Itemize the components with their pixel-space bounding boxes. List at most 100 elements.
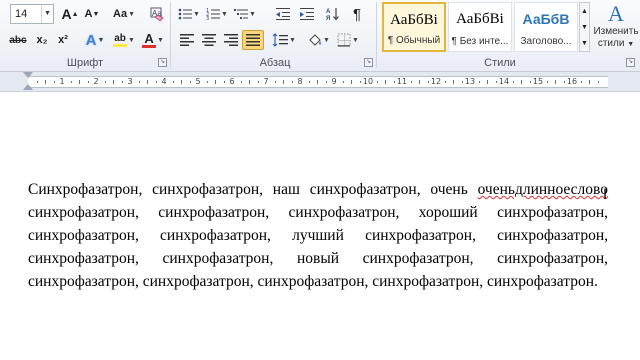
- style-tile-heading[interactable]: АаБбВ Заголово...: [514, 2, 578, 52]
- change-styles-button[interactable]: A Изменить стили ▼: [592, 2, 640, 56]
- sort-icon: A Я: [326, 8, 339, 21]
- hanging-indent-marker[interactable]: [23, 84, 33, 90]
- show-marks-button[interactable]: ¶: [346, 4, 368, 24]
- font-color-button[interactable]: A ▼: [140, 30, 166, 50]
- text-effects-button[interactable]: A ▼: [82, 30, 108, 50]
- font-size-combo[interactable]: 14 ▼: [10, 4, 54, 24]
- ruler-tick: [223, 81, 225, 83]
- paragraph-group-label: Абзац: [259, 57, 291, 69]
- grow-font-button[interactable]: A ▲: [60, 4, 80, 24]
- ruler-tick: [53, 81, 55, 83]
- styles-dialog-launcher[interactable]: ↘: [626, 58, 635, 67]
- ruler-tick: [45, 80, 46, 84]
- font-dialog-launcher[interactable]: ↘: [158, 58, 167, 67]
- ruler-tick: [325, 81, 327, 83]
- ruler-tick: [189, 81, 191, 83]
- ruler-tick: [495, 81, 497, 83]
- borders-button[interactable]: ▼: [334, 30, 362, 50]
- ruler-tick: [563, 81, 565, 83]
- sort-button[interactable]: A Я: [322, 4, 344, 24]
- multilevel-list-icon: [234, 9, 249, 19]
- ruler-tick: [172, 81, 174, 83]
- text-run: синхрофазатрон, синхрофазатрон, синхрофа…: [28, 204, 608, 290]
- ruler-tick: [155, 81, 157, 83]
- change-styles-label-1: Изменить: [593, 26, 639, 37]
- styles-more-button[interactable]: ▼: [580, 35, 589, 51]
- paragraph-dialog-launcher[interactable]: ↘: [364, 58, 373, 67]
- ruler-tick: [453, 80, 454, 84]
- ruler-tick: [555, 80, 556, 84]
- text-run: Синхрофазатрон, синхрофазатрон, наш синх…: [28, 181, 478, 198]
- multilevel-list-button[interactable]: ▼: [232, 4, 258, 24]
- superscript-button[interactable]: x²: [53, 30, 73, 50]
- first-line-indent-marker[interactable]: [23, 72, 33, 78]
- ruler-number: 3: [127, 77, 133, 86]
- ruler-number: 11: [396, 77, 408, 86]
- styles-group-label: Стили: [484, 57, 516, 69]
- paint-bucket-icon: [309, 34, 321, 46]
- ruler-tick: [580, 81, 582, 83]
- horizontal-ruler[interactable]: 1 2 3 4 5 6 7 8 9 10 11 12 13 14 15 16: [0, 72, 640, 92]
- align-right-button[interactable]: [220, 30, 242, 50]
- styles-scroll: ▲ ▼ ▼: [579, 2, 590, 52]
- align-left-button[interactable]: [176, 30, 198, 50]
- ruler-number: 7: [263, 77, 269, 86]
- clear-formatting-button[interactable]: Aa: [146, 4, 166, 24]
- ruler-tick: [70, 81, 72, 83]
- style-tile-no-spacing[interactable]: АаБбВі ¶ Без инте...: [448, 2, 512, 52]
- ruler-tick: [546, 81, 548, 83]
- strikethrough-button[interactable]: abc: [6, 30, 30, 50]
- ruler-number: 15: [532, 77, 544, 86]
- ruler-tick: [478, 81, 480, 83]
- svg-text:A: A: [326, 9, 331, 15]
- ruler-tick: [36, 81, 38, 83]
- ribbon: 14 ▼ A ▲ A ▼ Aa ▼ Aa abc x₂ x² A ▼ ab ▼ A: [0, 0, 640, 72]
- shrink-font-button[interactable]: A ▼: [82, 4, 102, 24]
- ruler-tick: [215, 80, 216, 84]
- ruler-tick: [317, 80, 318, 84]
- ruler-tick: [393, 81, 395, 83]
- ruler-tick: [113, 80, 114, 84]
- line-spacing-button[interactable]: ▼: [270, 30, 298, 50]
- text-cursor-icon: I: [603, 187, 608, 203]
- misspelled-word[interactable]: оченьдлинноеслово: [478, 181, 608, 198]
- font-size-value: 14: [15, 8, 28, 20]
- document-page[interactable]: Синхрофазатрон, синхрофазатрон, наш синх…: [0, 93, 640, 360]
- ruler-tick: [597, 81, 599, 83]
- decrease-indent-icon: [276, 8, 290, 20]
- change-styles-icon: A: [608, 1, 624, 26]
- align-center-button[interactable]: [198, 30, 220, 50]
- ruler-tick: [249, 80, 250, 84]
- font-color-bar: [142, 44, 157, 48]
- decrease-indent-button[interactable]: [272, 4, 294, 24]
- ruler-number: 5: [195, 77, 201, 86]
- document-paragraph[interactable]: Синхрофазатрон, синхрофазатрон, наш синх…: [28, 178, 608, 293]
- chevron-down-icon[interactable]: ▼: [41, 5, 53, 23]
- change-case-button[interactable]: Aa ▼: [110, 4, 138, 24]
- style-name: ¶ Обычный: [387, 35, 441, 46]
- increase-indent-button[interactable]: [296, 4, 318, 24]
- numbering-button[interactable]: 1 2 3 ▼: [204, 4, 230, 24]
- shading-button[interactable]: ▼: [306, 30, 332, 50]
- ruler-tick: [257, 81, 259, 83]
- ruler-number: 14: [498, 77, 510, 86]
- ruler-tick: [521, 80, 522, 84]
- ruler-number: 6: [229, 77, 235, 86]
- justify-button[interactable]: [242, 30, 264, 50]
- style-preview: АаБбВ: [522, 11, 570, 27]
- styles-scroll-up-button[interactable]: ▲: [580, 3, 589, 19]
- highlight-button[interactable]: ab ▼: [110, 30, 138, 50]
- ruler-tick: [104, 81, 106, 83]
- ruler-tick: [87, 81, 89, 83]
- ruler-tick: [410, 81, 412, 83]
- bullets-button[interactable]: ▼: [176, 4, 202, 24]
- subscript-button[interactable]: x₂: [32, 30, 52, 50]
- numbering-icon: 1 2 3: [206, 8, 221, 21]
- ruler-tick: [181, 80, 182, 84]
- ruler-tick: [385, 80, 386, 84]
- ruler-tick: [461, 81, 463, 83]
- styles-scroll-down-button[interactable]: ▼: [580, 19, 589, 35]
- increase-indent-icon: [300, 8, 314, 20]
- style-tile-normal[interactable]: АаБбВі ¶ Обычный: [382, 2, 446, 52]
- ruler-number: 2: [93, 77, 99, 86]
